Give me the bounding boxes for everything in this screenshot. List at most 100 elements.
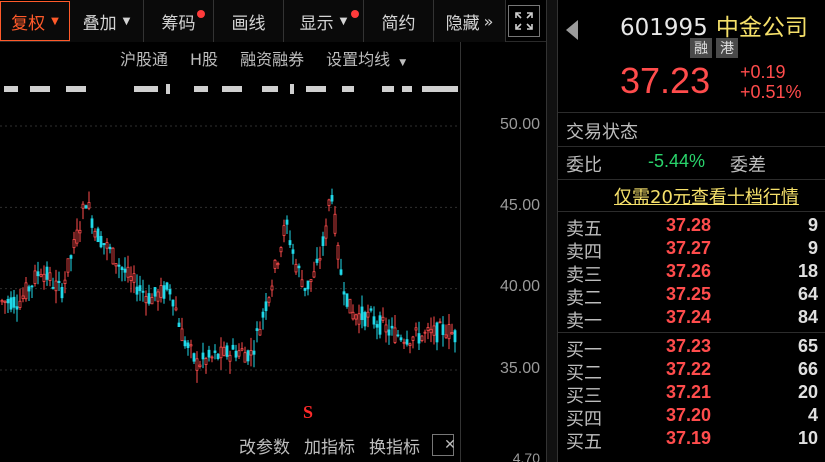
candle-body — [108, 246, 112, 250]
candle-body — [3, 300, 7, 303]
ma-settings-label: 设置均线 — [326, 50, 391, 69]
candle-body — [135, 286, 139, 295]
chips-button[interactable]: 筹码 — [144, 0, 214, 42]
chips-label: 筹码 — [161, 13, 196, 34]
candle-body — [141, 290, 145, 293]
candle-body — [315, 258, 319, 263]
expand-icon[interactable] — [508, 5, 540, 37]
candle-body — [222, 346, 226, 356]
candle-body — [57, 280, 61, 284]
candlestick-chart[interactable]: 50.00 45.00 40.00 35.00 4.70 S — [0, 100, 546, 462]
candle-body — [309, 279, 313, 283]
candle-body — [441, 324, 445, 336]
margin-trading-link[interactable]: 融资融券 — [240, 46, 304, 74]
candle-body — [60, 286, 64, 299]
candle-body — [444, 334, 448, 338]
ask-row: 卖一 37.24 84 — [566, 307, 818, 332]
candle-body — [420, 335, 424, 341]
candle-body — [294, 263, 298, 273]
candle-body — [189, 344, 193, 347]
switch-indicator-button[interactable]: 换指标 — [369, 433, 420, 458]
hk-connect-link[interactable]: 沪股通 — [120, 46, 168, 74]
fuquan-label: 复权 — [11, 13, 46, 34]
candle-body — [414, 327, 418, 331]
candle-body — [378, 315, 382, 335]
candle-body — [15, 306, 19, 310]
level2-promo-link[interactable]: 仅需20元查看十档行情 — [614, 183, 799, 209]
simple-button[interactable]: 简约 — [364, 0, 434, 42]
candle-body — [288, 240, 292, 246]
candle-body — [231, 344, 235, 350]
candle-body — [99, 235, 103, 248]
ask-volume: 18 — [797, 261, 818, 281]
candle-body — [198, 364, 202, 367]
close-indicator-button[interactable]: ✕ — [432, 434, 456, 456]
candle-body — [219, 346, 223, 359]
candle-body — [84, 205, 88, 209]
candle-body — [237, 350, 241, 357]
candle-body — [276, 263, 280, 266]
chevron-down-icon: ▼ — [51, 15, 59, 27]
ask-volume: 84 — [797, 307, 818, 327]
overlay-button[interactable]: 叠加 ▼ — [70, 0, 144, 42]
candle-body — [63, 279, 67, 284]
candle-body — [45, 266, 49, 280]
candle-body — [327, 199, 331, 206]
candle-body — [396, 334, 400, 337]
candle-body — [123, 268, 127, 273]
candle-body — [255, 328, 259, 331]
fuquan-button[interactable]: 复权 ▼ — [0, 1, 70, 41]
ask-row: 卖四 37.27 9 — [566, 238, 818, 263]
candle-body — [147, 293, 151, 304]
bid-volume: 20 — [797, 382, 818, 402]
h-share-link[interactable]: H股 — [190, 46, 218, 74]
sell-signal-marker: S — [303, 402, 314, 422]
candle-body — [339, 269, 343, 275]
ask-price: 37.28 — [666, 215, 712, 235]
change-params-button[interactable]: 改参数 — [239, 433, 290, 458]
candle-body — [183, 340, 187, 347]
candle-body — [180, 328, 184, 342]
candle-body — [96, 228, 100, 243]
ma-settings-link[interactable]: 设置均线 ▼ — [326, 46, 406, 74]
candle-body — [240, 348, 244, 351]
bid-book: 买一 37.23 65 买二 37.22 66 买三 37.21 20 买四 37.20 4 买… — [566, 336, 818, 453]
draw-line-button[interactable]: 画线 — [214, 0, 284, 42]
ask-price: 37.24 — [666, 307, 712, 327]
candle-body — [402, 341, 406, 344]
candle-body — [372, 316, 376, 325]
candle-body — [300, 279, 304, 288]
indicator-markers — [4, 84, 458, 94]
candle-body — [204, 358, 208, 366]
candle-body — [129, 276, 133, 281]
candle-body — [132, 273, 136, 283]
back-arrow-icon[interactable] — [566, 20, 578, 40]
stock-badges: 融 港 — [690, 38, 738, 58]
candle-body — [330, 195, 334, 202]
candle-body — [408, 343, 412, 347]
candle-body — [156, 291, 160, 302]
candle-body — [90, 218, 94, 228]
candle-body — [423, 331, 427, 334]
candle-body — [168, 289, 172, 295]
candle-body — [336, 244, 340, 260]
display-label: 显示 — [299, 13, 334, 34]
divider — [558, 112, 825, 113]
panel-splitter[interactable] — [546, 0, 558, 462]
candle-body — [12, 296, 16, 308]
candle-body — [405, 339, 409, 345]
candle-body — [318, 257, 322, 261]
ask-price: 37.25 — [666, 284, 712, 304]
candle-body — [18, 300, 22, 308]
candle-body — [177, 322, 181, 328]
last-price: 37.23 — [620, 60, 711, 101]
hide-button[interactable]: 隐藏 » — [434, 0, 506, 42]
add-indicator-button[interactable]: 加指标 — [304, 433, 355, 458]
candle-body — [267, 297, 271, 303]
display-button[interactable]: 显示 ▼ — [284, 0, 364, 42]
candle-body — [381, 316, 385, 321]
candle-body — [66, 258, 70, 273]
draw-line-label: 画线 — [231, 13, 266, 34]
candle-body — [30, 285, 34, 288]
bid-label: 买五 — [566, 432, 602, 453]
